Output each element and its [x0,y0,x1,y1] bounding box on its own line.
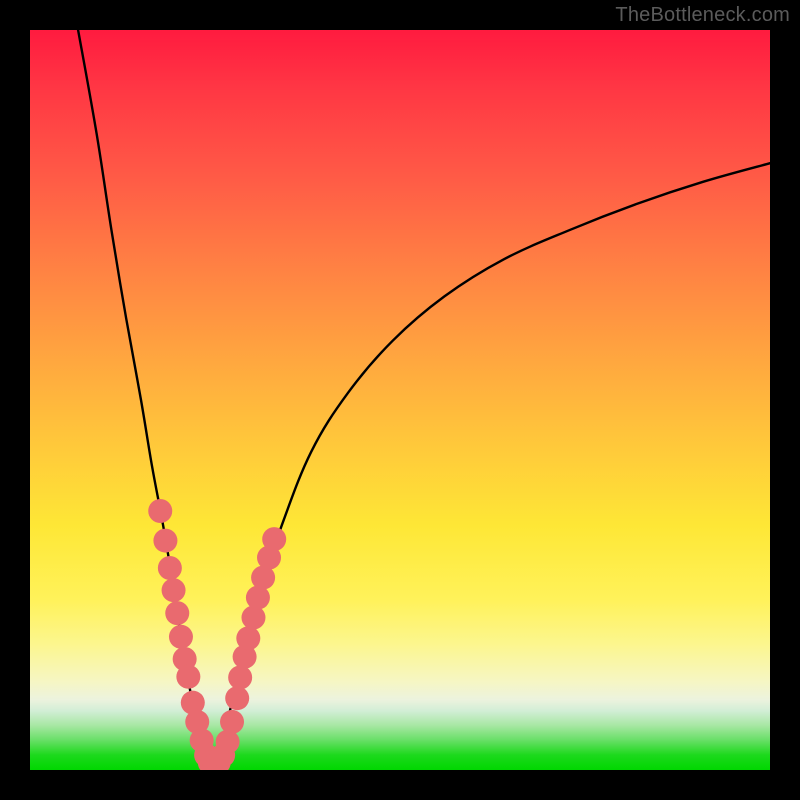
curve-right-branch [211,163,770,770]
marker-dot [241,606,265,630]
marker-dot [169,625,193,649]
marker-dot [148,499,172,523]
curve-layer [30,30,770,770]
marker-dot [216,730,240,754]
marker-dot [225,686,249,710]
marker-dot [262,527,286,551]
marker-dot [246,586,270,610]
marker-dot [153,529,177,553]
marker-dot [176,665,200,689]
marker-dot [228,666,252,690]
outer-frame: TheBottleneck.com [0,0,800,800]
watermark-text: TheBottleneck.com [615,4,790,27]
marker-dot [158,556,182,580]
marker-dot [220,710,244,734]
plot-area [30,30,770,770]
marker-dot [165,601,189,625]
marker-dot [162,578,186,602]
marker-points [148,499,286,770]
marker-dot [236,626,260,650]
